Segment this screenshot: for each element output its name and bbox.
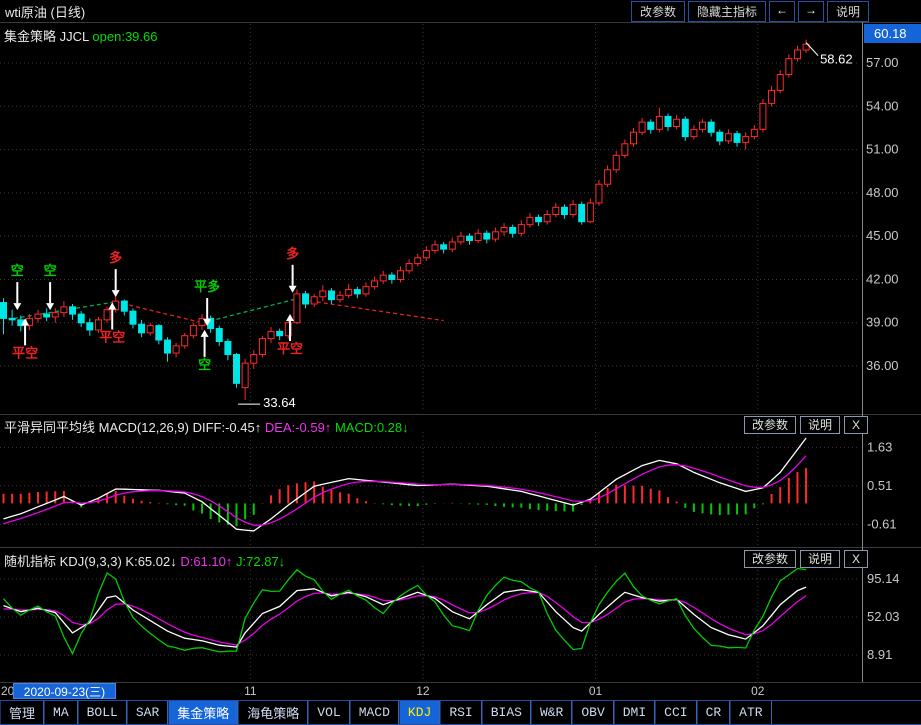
kdj-help-button[interactable]: 说明	[800, 550, 840, 568]
toolbar-item-[interactable]: 管理	[0, 701, 44, 724]
strategy-position-line	[116, 302, 203, 323]
up-arrow-icon	[286, 314, 294, 321]
toolbar-item-cr[interactable]: CR	[697, 701, 731, 724]
toolbar-item-macd[interactable]: MACD	[350, 701, 399, 724]
up-arrow-icon	[201, 330, 209, 337]
kdj-axis-label: 52.03	[867, 609, 900, 624]
kdj-close-icon[interactable]: X	[844, 550, 868, 568]
price-axis-label: 36.00	[866, 358, 899, 373]
price-axis-label: 39.00	[866, 315, 899, 330]
title-bar: wti原油 (日线) 改参数 隐藏主指标 ← → 说明	[0, 0, 921, 22]
x-axis-tick-11: 11	[235, 684, 265, 698]
macd-help-button[interactable]: 说明	[800, 416, 840, 434]
prev-arrow-icon[interactable]: ←	[769, 1, 795, 22]
macd-value-readout: MACD:0.28↓	[335, 420, 409, 435]
kdj-indicator-name: 随机指标	[4, 554, 56, 569]
macd-axis-label: 1.63	[867, 439, 892, 454]
strategy-position-line	[296, 299, 444, 321]
titlebar-buttons: 改参数 隐藏主指标 ← → 说明	[628, 1, 869, 22]
trade-signal-label: 多	[109, 250, 122, 265]
window-title: wti原油 (日线)	[5, 2, 85, 21]
kdj-axis-label: 8.91	[867, 647, 892, 662]
macd-panel-header: 平滑异同平均线 MACD(12,26,9) DIFF:-0.45↑ DEA:-0…	[4, 417, 409, 436]
x-axis-tick-02: 02	[743, 684, 773, 698]
toolbar-item-[interactable]: 集金策略	[168, 701, 238, 724]
x-axis-tick-12: 12	[408, 684, 438, 698]
down-arrow-icon	[13, 303, 21, 310]
high-price-label: 58.62	[820, 52, 853, 67]
trade-signal-label: 平空	[12, 345, 38, 360]
kdj-d-readout: D:61.10↑	[180, 554, 232, 569]
toolbar-item-vol[interactable]: VOL	[308, 701, 349, 724]
price-axis-label: 45.00	[866, 228, 899, 243]
macd-panel-buttons: 改参数 说明 X	[740, 416, 868, 434]
macd-diff-readout: DIFF:-0.45↑	[193, 420, 262, 435]
price-axis-label: 51.00	[866, 142, 899, 157]
trading-app-window: 空空多平空平空平多空多平空33.6458.6257.0054.0051.0048…	[0, 0, 921, 725]
kdj-panel-buttons: 改参数 说明 X	[740, 550, 868, 568]
trade-signal-label: 空	[198, 357, 211, 372]
trade-signal-label: 空	[44, 263, 57, 278]
change-params-button[interactable]: 改参数	[631, 1, 685, 22]
toolbar-item-atr[interactable]: ATR	[730, 701, 771, 724]
candlestick-series	[1, 40, 810, 400]
macd-dea-readout: DEA:-0.59↑	[265, 420, 331, 435]
macd-axis-label: 0.51	[867, 478, 892, 493]
toolbar-item-rsi[interactable]: RSI	[440, 701, 481, 724]
price-axis-label: 42.00	[866, 271, 899, 286]
toolbar-item-wr[interactable]: W&R	[531, 701, 572, 724]
down-arrow-icon	[46, 303, 54, 310]
kdj-panel-header: 随机指标 KDJ(9,3,3) K:65.02↓ D:61.10↑ J:72.8…	[4, 551, 285, 570]
macd-change-params-button[interactable]: 改参数	[744, 416, 796, 434]
toolbar-item-sar[interactable]: SAR	[127, 701, 168, 724]
main-panel-header: 集金策略 JJCL open:39.66	[4, 26, 157, 45]
x-axis-tick-01: 01	[581, 684, 611, 698]
open-price-readout: open:39.66	[92, 29, 157, 44]
toolbar-item-[interactable]: 海龟策略	[238, 701, 308, 724]
kdj-k-readout: K:65.02↓	[125, 554, 176, 569]
toolbar-item-dmi[interactable]: DMI	[614, 701, 655, 724]
kdj-plot	[4, 569, 807, 654]
strategy-name: 集金策略	[4, 29, 56, 44]
trade-signal-label: 空	[11, 263, 24, 278]
price-axis-label: 54.00	[866, 98, 899, 113]
price-axis-label: 48.00	[866, 185, 899, 200]
macd-formula: MACD(12,26,9)	[99, 420, 189, 435]
down-arrow-icon	[112, 290, 120, 297]
x-axis-row: 20 2020-09-23(三) 11120102	[0, 683, 921, 699]
next-arrow-icon[interactable]: →	[798, 1, 824, 22]
toolbar-item-bias[interactable]: BIAS	[482, 701, 531, 724]
trade-signal-label: 平空	[99, 329, 125, 344]
kdj-axis-label: 95.14	[867, 571, 900, 586]
date-tooltip: 2020-09-23(三)	[13, 683, 116, 699]
toolbar-item-kdj[interactable]: KDJ	[399, 701, 440, 724]
trade-signal-label: 平多	[194, 279, 220, 294]
kdj-j-readout: J:72.87↓	[236, 554, 285, 569]
help-button[interactable]: 说明	[827, 1, 869, 22]
kdj-formula: KDJ(9,3,3)	[60, 554, 122, 569]
trade-signal-label: 多	[286, 246, 299, 261]
trade-signal-label: 平空	[277, 341, 303, 356]
hide-main-indicator-button[interactable]: 隐藏主指标	[688, 1, 766, 22]
kdj-change-params-button[interactable]: 改参数	[744, 550, 796, 568]
strategy-position-line	[203, 299, 296, 323]
toolbar-item-ma[interactable]: MA	[44, 701, 78, 724]
macd-indicator-name: 平滑异同平均线	[4, 420, 95, 435]
indicator-toolbar: 管理MABOLLSAR集金策略海龟策略VOLMACDKDJRSIBIASW&RO…	[0, 700, 921, 725]
low-price-label: 33.64	[263, 395, 296, 410]
toolbar-item-cci[interactable]: CCI	[655, 701, 696, 724]
macd-axis-label: -0.61	[867, 516, 897, 531]
toolbar-item-obv[interactable]: OBV	[572, 701, 613, 724]
toolbar-item-boll[interactable]: BOLL	[78, 701, 127, 724]
macd-close-icon[interactable]: X	[844, 416, 868, 434]
price-axis-label: 57.00	[866, 55, 899, 70]
chart-canvas[interactable]: 空空多平空平空平多空多平空33.6458.6257.0054.0051.0048…	[0, 0, 921, 725]
current-price-text: 60.18	[874, 26, 907, 41]
down-arrow-icon	[289, 286, 297, 293]
strategy-code: JJCL	[60, 29, 89, 44]
macd-plot	[4, 438, 807, 531]
